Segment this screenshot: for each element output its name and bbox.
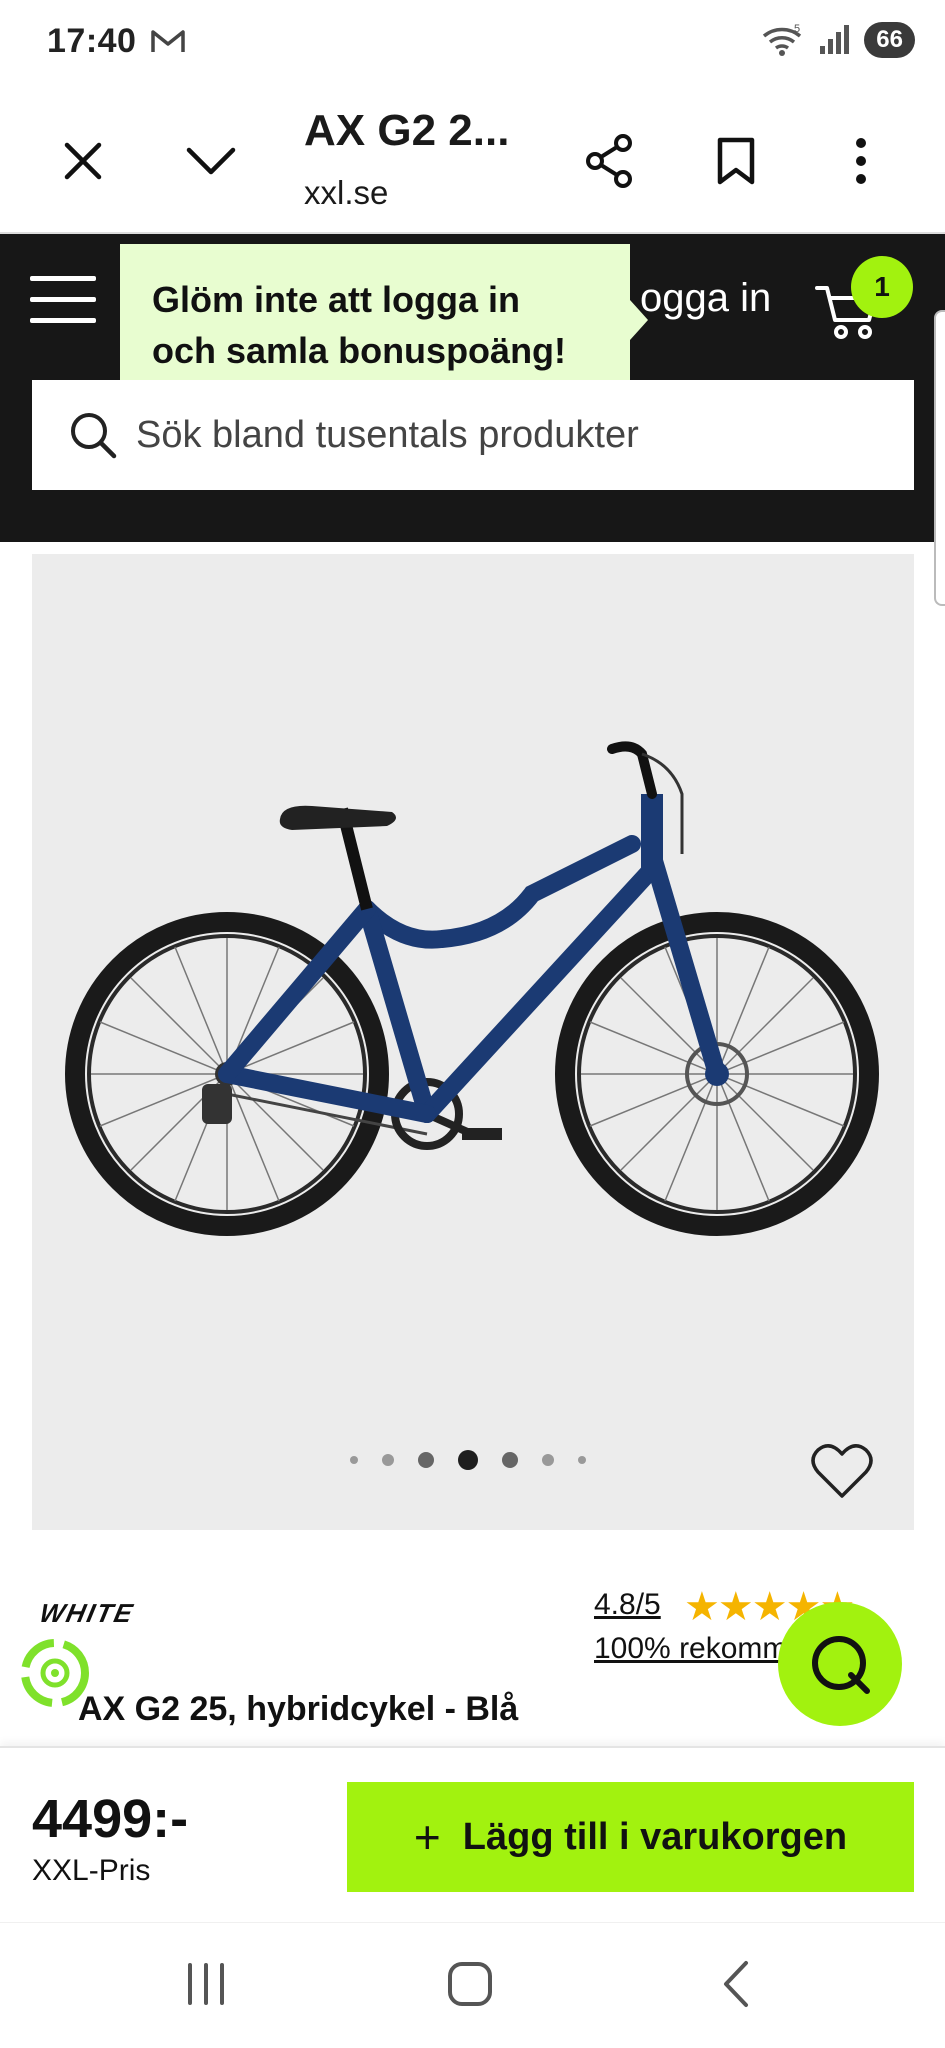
status-bar: 17:40 5 66: [0, 0, 945, 88]
login-link[interactable]: ogga in: [640, 276, 771, 321]
minimize-button[interactable]: [180, 130, 242, 192]
site-header: ogga in 1 Glöm inte att logga in och sam…: [0, 234, 945, 542]
cart-count-badge[interactable]: 1: [851, 256, 913, 318]
wifi-label: 5: [794, 23, 800, 35]
more-options-button[interactable]: [830, 130, 892, 192]
heart-icon[interactable]: [810, 1442, 874, 1500]
share-button[interactable]: [578, 130, 640, 192]
search-input[interactable]: [136, 413, 896, 457]
gmail-icon: [151, 30, 185, 52]
buy-bar: 4499:- XXL-Pris + Lägg till i varukorgen: [0, 1746, 945, 1922]
carousel-dot[interactable]: [418, 1452, 434, 1468]
product-image-gallery[interactable]: [32, 554, 914, 1530]
share-icon: [586, 134, 632, 188]
search-icon: [71, 413, 117, 459]
carousel-dot[interactable]: [350, 1456, 358, 1464]
browser-toolbar: AX G2 2... xxl.se: [0, 88, 945, 234]
close-icon: [64, 142, 102, 180]
search-bar[interactable]: [32, 380, 914, 490]
page-scrollbar[interactable]: [934, 310, 945, 606]
carousel-dot[interactable]: [502, 1452, 518, 1468]
tooltip-line-1: Glöm inte att logga in: [152, 279, 520, 320]
carousel-dot[interactable]: [542, 1454, 554, 1466]
close-tab-button[interactable]: [52, 130, 114, 192]
wifi-icon: 5: [763, 23, 802, 56]
carousel-dot[interactable]: [382, 1454, 394, 1466]
bicycle-image: [65, 741, 879, 1236]
carousel-dot[interactable]: [458, 1450, 478, 1470]
home-icon[interactable]: [447, 1961, 493, 2007]
page-domain: xxl.se: [304, 174, 389, 211]
carousel-dots[interactable]: [32, 1450, 914, 1470]
brand-logo[interactable]: WHITE: [37, 1598, 137, 1629]
bookmark-icon: [717, 137, 755, 185]
recent-apps-icon[interactable]: [184, 1961, 228, 2007]
status-time: 17:40: [47, 22, 137, 60]
product-name: AX G2 25, hybridcykel - Blå: [78, 1690, 519, 1728]
chat-icon: [812, 1636, 870, 1694]
chat-button[interactable]: [778, 1602, 902, 1726]
hamburger-menu-icon[interactable]: [30, 276, 96, 326]
price: 4499:-: [32, 1789, 189, 1849]
price-label: XXL-Pris: [32, 1854, 151, 1887]
signal-icon: [820, 25, 850, 54]
rating-score[interactable]: 4.8/5: [594, 1588, 661, 1622]
tooltip-line-2: och samla bonuspoäng!: [152, 330, 567, 371]
status-indicators: 5 66: [760, 22, 915, 58]
page-title: AX G2 2...: [304, 106, 510, 155]
plus-icon: +: [413, 1811, 441, 1863]
carousel-dot[interactable]: [578, 1456, 586, 1464]
battery-indicator: 66: [864, 22, 915, 58]
bookmark-button[interactable]: [705, 130, 767, 192]
add-to-cart-label: Lägg till i varukorgen: [462, 1815, 848, 1858]
more-vertical-icon: [856, 138, 866, 184]
chevron-down-icon: [186, 147, 236, 175]
add-to-cart-button[interactable]: + Lägg till i varukorgen: [347, 1782, 914, 1892]
back-icon[interactable]: [720, 1959, 750, 2009]
system-navigation-bar: [0, 1922, 945, 2048]
